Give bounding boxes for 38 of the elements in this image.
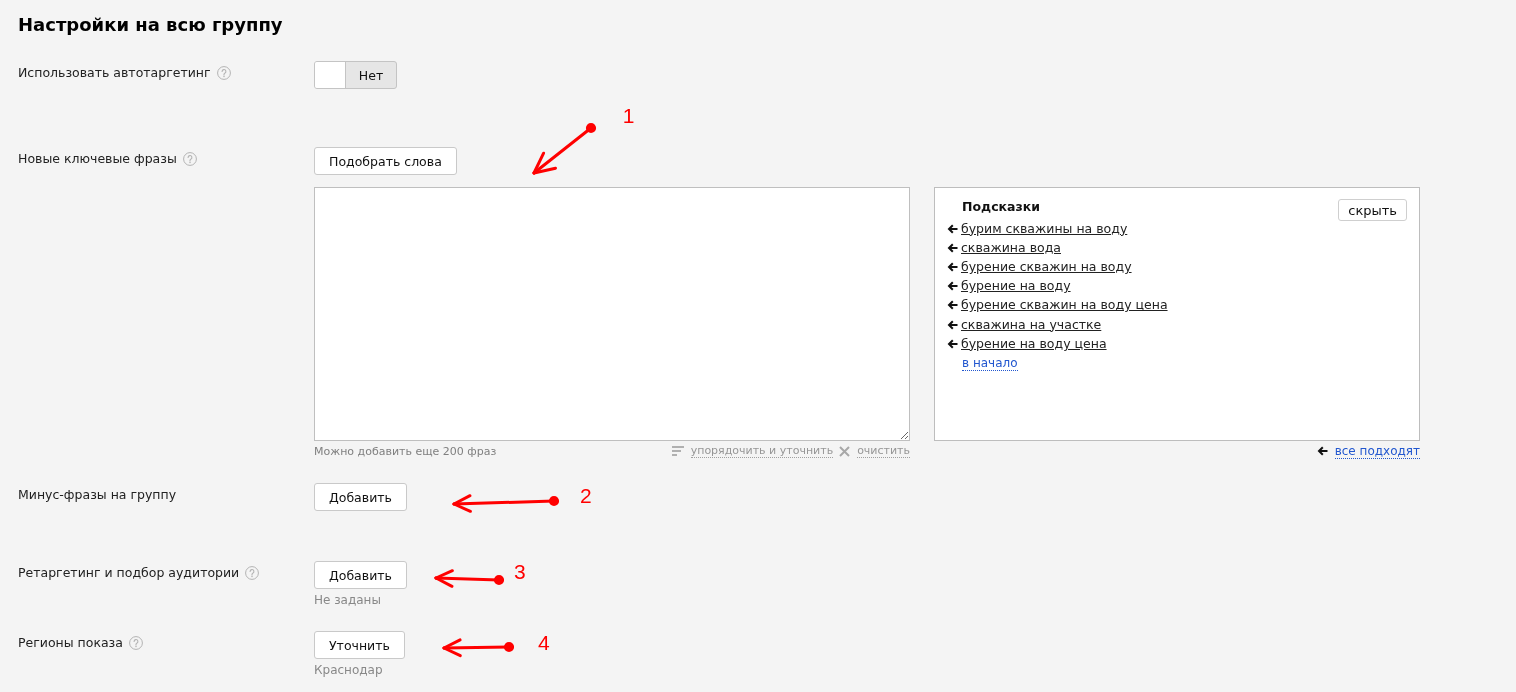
left-arrow-icon[interactable] bbox=[947, 242, 958, 253]
left-arrow-icon[interactable] bbox=[947, 300, 958, 311]
annotation-number: 2 bbox=[579, 485, 592, 507]
suggestion-link[interactable]: бурим скважины на воду bbox=[961, 220, 1128, 237]
left-arrow-icon[interactable] bbox=[947, 261, 958, 272]
suggestion-link[interactable]: скважина на участке bbox=[961, 316, 1102, 333]
toggle-switch[interactable]: Нет bbox=[314, 61, 397, 89]
left-arrow-icon[interactable] bbox=[1316, 446, 1328, 456]
suggestion-link[interactable]: скважина вода bbox=[961, 239, 1061, 256]
setting-label: Регионы показа bbox=[18, 634, 123, 652]
setting-label: Использовать автотаргетинг bbox=[18, 64, 211, 82]
left-arrow-icon[interactable] bbox=[947, 338, 958, 349]
left-arrow-icon[interactable] bbox=[947, 223, 958, 234]
setting-button[interactable]: Добавить bbox=[314, 561, 407, 589]
suggestion-link[interactable]: бурение скважин на воду bbox=[961, 258, 1132, 275]
left-arrow-icon[interactable] bbox=[947, 319, 958, 330]
left-arrow-icon[interactable] bbox=[947, 281, 958, 292]
annotation-number: 4 bbox=[537, 632, 550, 654]
setting-button[interactable]: Добавить bbox=[314, 483, 407, 511]
phrase-limit-note: Можно добавить еще 200 фраз bbox=[314, 444, 497, 458]
page-title: Настройки на всю группу bbox=[18, 13, 284, 37]
annotation-number: 3 bbox=[513, 561, 526, 583]
setting-note: Не заданы bbox=[314, 592, 381, 609]
hide-button[interactable]: скрыть bbox=[1338, 199, 1407, 221]
setting-label: Ретаргетинг и подбор аудитории bbox=[18, 564, 240, 582]
pick-words-button[interactable]: Подобрать слова bbox=[314, 147, 457, 175]
keywords-input-field[interactable] bbox=[314, 187, 910, 441]
suggestion-link[interactable]: бурение на воду цена bbox=[961, 335, 1107, 352]
setting-label: Минус-фразы на группу bbox=[18, 486, 177, 504]
to-start-link[interactable]: в начало bbox=[962, 356, 1018, 372]
suggestion-link[interactable]: бурение на воду bbox=[961, 278, 1071, 295]
annotation-number: 1 bbox=[622, 105, 635, 127]
setting-button[interactable]: Уточнить bbox=[314, 631, 405, 659]
hints-title: Подсказки bbox=[962, 198, 1040, 216]
setting-note: Краснодар bbox=[314, 662, 383, 679]
accept-all-link[interactable]: все подходят bbox=[1334, 443, 1420, 459]
setting-label: Новые ключевые фразы bbox=[18, 150, 177, 168]
suggestion-link[interactable]: бурение скважин на воду цена bbox=[961, 297, 1168, 314]
